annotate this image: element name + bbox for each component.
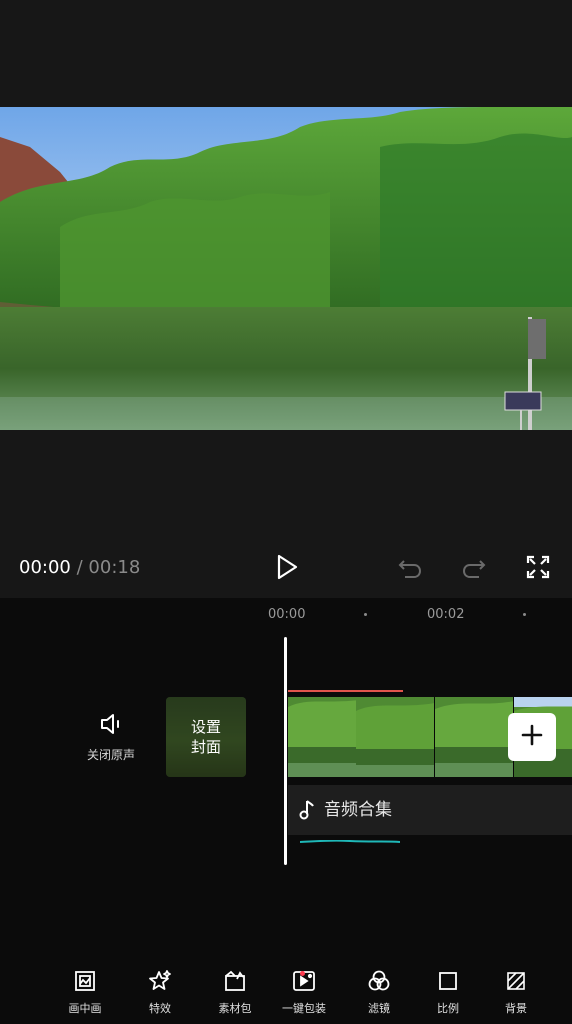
toolbar-picture-in-picture[interactable]: 画中画: [50, 968, 120, 1016]
set-cover-button[interactable]: 设置 封面: [166, 697, 246, 777]
play-icon: [275, 554, 299, 580]
fullscreen-button[interactable]: [524, 553, 552, 581]
play-button[interactable]: [273, 553, 301, 581]
redo-button[interactable]: [460, 553, 488, 581]
audio-waveform: [299, 828, 401, 843]
mute-original-audio-button[interactable]: 关闭原声: [80, 710, 142, 770]
add-clip-button[interactable]: [508, 713, 556, 761]
new-badge-dot: [300, 971, 305, 976]
ruler-tick: [364, 613, 367, 616]
background-icon: [503, 968, 529, 994]
clip-marker-line: [288, 690, 403, 692]
time-display: 00:00 / 00:18: [19, 557, 140, 579]
ruler-tick: [523, 613, 526, 616]
clip-frame: [435, 697, 514, 777]
speaker-icon: [97, 710, 125, 738]
toolbar-one-click-package[interactable]: 一键包装: [269, 968, 339, 1016]
playhead[interactable]: [284, 637, 287, 865]
ruler-time-2: 00:02: [427, 607, 465, 622]
toolbar-background[interactable]: 背景: [481, 968, 551, 1016]
mute-original-audio-label: 关闭原声: [86, 748, 135, 762]
current-time: 00:00: [19, 557, 71, 578]
undo-icon: [397, 555, 423, 579]
picture-in-picture-icon: [72, 968, 98, 994]
music-note-icon: [298, 799, 316, 825]
ratio-icon: [435, 968, 461, 994]
video-preview[interactable]: [0, 107, 572, 430]
plus-icon: [521, 724, 543, 750]
fullscreen-icon: [526, 555, 550, 579]
toolbar-filter[interactable]: 滤镜: [344, 968, 414, 1016]
material-pack-icon: [222, 968, 248, 994]
bottom-toolbar: 画中画 特效 素材包 一键包装 滤镜 比例 背景: [0, 960, 572, 1024]
toolbar-ratio[interactable]: 比例: [413, 968, 483, 1016]
toolbar-effects[interactable]: 特效: [125, 968, 195, 1016]
undo-button[interactable]: [396, 553, 424, 581]
clip-frame: [356, 697, 435, 777]
set-cover-label: 设置 封面: [190, 718, 221, 756]
time-separator: /: [76, 557, 83, 578]
filter-icon: [366, 968, 392, 994]
effects-star-icon: [147, 968, 173, 994]
total-time: 00:18: [88, 557, 141, 578]
ruler-time-0: 00:00: [268, 607, 306, 622]
toolbar-material-pack[interactable]: 素材包: [200, 968, 270, 1016]
redo-icon: [461, 555, 487, 579]
audio-track[interactable]: 音频合集: [288, 785, 572, 843]
audio-track-label: 音频合集: [324, 800, 392, 820]
